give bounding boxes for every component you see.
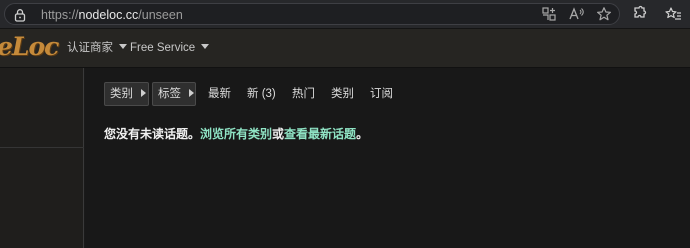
app-grid-icon[interactable] — [541, 6, 557, 22]
main-content: 类别 标签 最新 新 (3) 热门 类别 订阅 您没有未读话题。浏览所有类别或查… — [85, 68, 690, 248]
url-path: /unseen — [138, 8, 183, 22]
message-suffix: 。 — [356, 127, 369, 141]
url-host: nodeloc.cc — [78, 8, 139, 22]
caret-down-icon — [119, 44, 127, 49]
sidebar — [0, 68, 84, 248]
extensions-icon[interactable] — [630, 5, 648, 23]
nav-categories[interactable]: 类别 — [331, 86, 354, 102]
url-text[interactable]: https://nodeloc.cc/unseen — [41, 7, 183, 23]
address-bar[interactable]: https://nodeloc.cc/unseen — [4, 3, 620, 25]
menu-certified-label: 认证商家 — [67, 42, 113, 54]
read-aloud-icon[interactable] — [568, 6, 584, 22]
message-prefix: 您没有未读话题。 — [104, 127, 201, 141]
menu-free-service[interactable]: Free Service — [130, 40, 210, 56]
menu-free-service-label: Free Service — [130, 42, 196, 54]
nav-top[interactable]: 热门 — [292, 86, 315, 102]
sidebar-divider — [0, 147, 84, 148]
nav-latest[interactable]: 最新 — [208, 86, 231, 102]
favorite-star-icon[interactable] — [596, 6, 612, 22]
site-logo[interactable]: eLoc — [0, 33, 59, 61]
menu-certified-merchants[interactable]: 认证商家 — [67, 40, 127, 56]
url-scheme: https:// — [41, 8, 79, 22]
message-connector: 或 — [272, 127, 285, 141]
site-header: eLoc 认证商家 Free Service — [0, 29, 690, 68]
nav-subscribed[interactable]: 订阅 — [370, 86, 393, 102]
caret-right-icon — [189, 89, 194, 97]
category-filter-dropdown[interactable]: 类别 — [104, 82, 149, 106]
favorites-collection-icon[interactable] — [664, 5, 682, 23]
tag-filter-label: 标签 — [158, 88, 181, 100]
category-filter-label: 类别 — [110, 88, 133, 100]
caret-down-icon — [201, 44, 210, 49]
latest-topics-link[interactable]: 查看最新话题 — [284, 127, 356, 141]
browser-toolbar: https://nodeloc.cc/unseen — [0, 0, 690, 29]
nav-new[interactable]: 新 (3) — [247, 86, 276, 102]
empty-topics-message: 您没有未读话题。浏览所有类别或查看最新话题。 — [104, 125, 368, 143]
caret-right-icon — [141, 89, 146, 97]
browse-categories-link[interactable]: 浏览所有类别 — [200, 127, 272, 141]
lock-icon[interactable] — [14, 8, 26, 22]
tag-filter-dropdown[interactable]: 标签 — [152, 82, 196, 106]
